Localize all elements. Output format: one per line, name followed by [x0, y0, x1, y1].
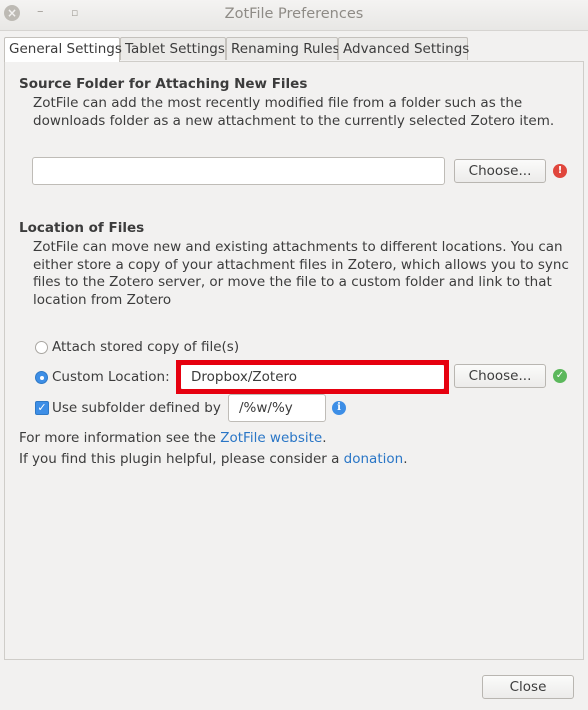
tab-general-settings[interactable]: General Settings	[4, 37, 122, 62]
location-description-line: files to the Zotero server, or move the …	[33, 274, 552, 290]
info-icon[interactable]: i	[332, 401, 346, 415]
custom-location-highlight	[176, 360, 449, 394]
location-title: Location of Files	[19, 220, 145, 236]
check-icon: ✓	[553, 369, 567, 383]
general-settings-panel: Source Folder for Attaching New Files Zo…	[4, 61, 584, 660]
location-description-line: ZotFile can move new and existing attach…	[33, 239, 563, 255]
location-description-line: either store a copy of your attachment f…	[33, 256, 569, 273]
custom-location-label[interactable]: Custom Location:	[52, 369, 170, 385]
tab-renaming-rules[interactable]: Renaming Rules	[226, 37, 340, 60]
location-description-line: location from Zotero	[33, 291, 172, 308]
window-title: ZotFile Preferences	[224, 6, 364, 22]
source-folder-description-line: downloads folder as a new attachment to …	[33, 112, 555, 129]
donation-suffix: .	[403, 451, 408, 467]
source-folder-description-line: ZotFile can add the most recently modifi…	[33, 95, 523, 111]
donation-line: If you find this plugin helpful, please …	[19, 451, 408, 467]
subfolder-pattern-input[interactable]: /%w/%y	[228, 394, 326, 422]
checkmark-icon: ✓	[37, 401, 47, 414]
subfolder-label[interactable]: Use subfolder defined by	[52, 400, 221, 416]
stored-copy-radio[interactable]	[35, 341, 48, 354]
error-icon: !	[553, 164, 567, 178]
tab-tablet-settings[interactable]: Tablet Settings	[120, 37, 226, 60]
more-info-suffix: .	[322, 430, 327, 446]
source-folder-description: ZotFile can add the most recently modifi…	[33, 95, 554, 130]
source-folder-title: Source Folder for Attaching New Files	[19, 76, 308, 92]
zotfile-website-link[interactable]: ZotFile website	[220, 430, 322, 446]
more-info-line: For more information see the ZotFile web…	[19, 430, 327, 446]
title-bar: × – ▫ ZotFile Preferences	[0, 0, 588, 31]
custom-location-radio[interactable]	[35, 371, 48, 384]
custom-location-choose-button[interactable]: Choose...	[454, 364, 546, 388]
source-folder-path-input[interactable]	[32, 157, 445, 185]
donation-text: If you find this plugin helpful, please …	[19, 451, 344, 467]
source-folder-choose-button[interactable]: Choose...	[454, 159, 546, 183]
close-button[interactable]: Close	[482, 675, 574, 699]
more-info-text: For more information see the	[19, 430, 221, 446]
stored-copy-label[interactable]: Attach stored copy of file(s)	[52, 339, 239, 355]
location-description: ZotFile can move new and existing attach…	[33, 239, 569, 309]
tab-advanced-settings[interactable]: Advanced Settings	[338, 37, 469, 60]
subfolder-checkbox[interactable]: ✓	[35, 401, 49, 415]
donation-link[interactable]: donation	[344, 451, 404, 467]
